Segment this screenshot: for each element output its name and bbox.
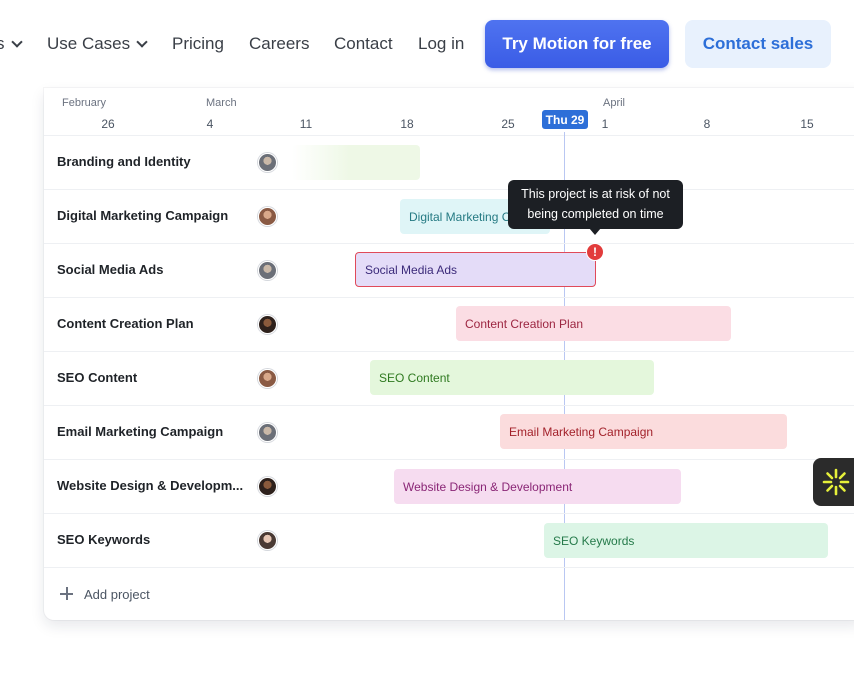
day-label: 8 bbox=[703, 117, 711, 131]
chevron-down-icon bbox=[136, 36, 148, 48]
project-row[interactable]: Content Creation Plan Content Creation P… bbox=[44, 298, 854, 352]
project-bar[interactable]: Email Marketing Campaign bbox=[500, 414, 787, 449]
day-label: 18 bbox=[400, 117, 414, 131]
asterisk-burst-icon bbox=[822, 468, 850, 496]
project-bar-at-risk[interactable]: Social Media Ads bbox=[355, 252, 596, 287]
top-navigation: s Use Cases Pricing Careers Contact Log … bbox=[0, 0, 854, 88]
project-name: Website Design & Developm... bbox=[57, 478, 244, 493]
month-label: April bbox=[603, 97, 626, 109]
project-name: SEO Keywords bbox=[57, 532, 151, 547]
project-row[interactable]: Branding and Identity bbox=[44, 136, 854, 190]
nav-item-partial-label: s bbox=[0, 34, 5, 53]
project-row[interactable]: Email Marketing Campaign Email Marketing… bbox=[44, 406, 854, 460]
avatar bbox=[258, 477, 277, 496]
nav-item-partial[interactable]: s bbox=[0, 34, 23, 54]
tooltip-line: being completed on time bbox=[527, 207, 664, 221]
project-bar[interactable]: SEO Content bbox=[370, 360, 654, 395]
project-name: Social Media Ads bbox=[57, 262, 164, 277]
nav-item-use-cases-label: Use Cases bbox=[47, 34, 131, 53]
project-name: Branding and Identity bbox=[57, 154, 191, 169]
chat-widget-button[interactable] bbox=[813, 458, 854, 506]
add-project-label: Add project bbox=[84, 587, 150, 602]
tooltip-line: This project is at risk of not bbox=[521, 187, 670, 201]
plus-icon bbox=[60, 587, 73, 600]
day-label: 4 bbox=[206, 117, 214, 131]
avatar bbox=[258, 315, 277, 334]
project-timeline-card: February March April 26 4 11 18 25 1 8 1… bbox=[44, 88, 854, 620]
day-label: 11 bbox=[299, 117, 313, 131]
nav-item-careers[interactable]: Careers bbox=[249, 34, 309, 54]
avatar bbox=[258, 207, 277, 226]
project-name: Email Marketing Campaign bbox=[57, 424, 224, 439]
avatar bbox=[258, 423, 277, 442]
day-label: 26 bbox=[101, 117, 115, 131]
project-row[interactable]: Digital Marketing Campaign Digital Marke… bbox=[44, 190, 854, 244]
project-bar[interactable]: Website Design & Development bbox=[394, 469, 681, 504]
month-label: March bbox=[206, 97, 237, 109]
project-bar[interactable]: Content Creation Plan bbox=[456, 306, 731, 341]
month-label: February bbox=[62, 97, 107, 109]
nav-item-use-cases[interactable]: Use Cases bbox=[47, 34, 148, 54]
add-project-button[interactable]: Add project bbox=[44, 568, 854, 620]
risk-tooltip: This project is at risk of not being com… bbox=[508, 180, 683, 229]
project-row[interactable]: SEO Content SEO Content bbox=[44, 352, 854, 406]
chevron-down-icon bbox=[10, 36, 23, 48]
avatar bbox=[258, 369, 277, 388]
project-name: Content Creation Plan bbox=[57, 316, 194, 331]
contact-sales-button[interactable]: Contact sales bbox=[685, 20, 831, 68]
project-name: Digital Marketing Campaign bbox=[57, 208, 229, 223]
timeline-header: February March April 26 4 11 18 25 1 8 1… bbox=[44, 88, 854, 136]
day-label: 1 bbox=[601, 117, 609, 131]
day-label: 15 bbox=[800, 117, 814, 131]
project-row[interactable]: Social Media Ads Social Media Ads bbox=[44, 244, 854, 298]
nav-item-login[interactable]: Log in bbox=[418, 34, 464, 54]
project-bar[interactable] bbox=[292, 145, 420, 180]
day-label: 25 bbox=[501, 117, 515, 131]
nav-item-pricing[interactable]: Pricing bbox=[172, 34, 224, 54]
alert-icon[interactable]: ! bbox=[586, 243, 604, 261]
project-row[interactable]: Website Design & Developm... Website Des… bbox=[44, 460, 854, 514]
today-badge: Thu 29 bbox=[542, 110, 588, 129]
project-row[interactable]: SEO Keywords SEO Keywords bbox=[44, 514, 854, 568]
avatar bbox=[258, 261, 277, 280]
try-free-button[interactable]: Try Motion for free bbox=[485, 20, 669, 68]
project-name: SEO Content bbox=[57, 370, 138, 385]
nav-item-contact[interactable]: Contact bbox=[334, 34, 393, 54]
project-bar[interactable]: SEO Keywords bbox=[544, 523, 828, 558]
avatar bbox=[258, 153, 277, 172]
avatar bbox=[258, 531, 277, 550]
tooltip-arrow bbox=[589, 228, 601, 235]
